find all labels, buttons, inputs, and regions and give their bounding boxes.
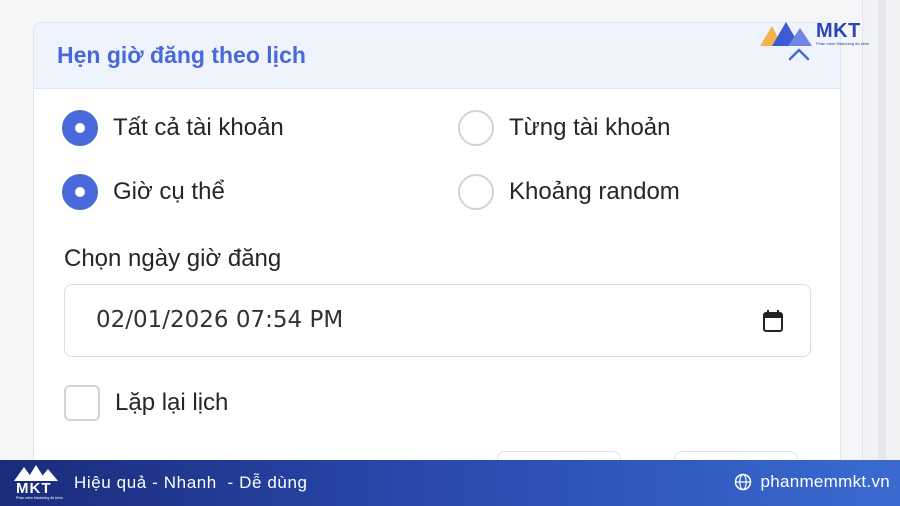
option-each-account[interactable]: Từng tài khoản bbox=[458, 110, 671, 146]
scrollbar-thumb[interactable] bbox=[878, 0, 886, 460]
option-all-accounts[interactable]: Tất cả tài khoản bbox=[62, 110, 284, 146]
option-all-accounts-label: Tất cả tài khoản bbox=[113, 114, 284, 141]
option-random-range[interactable]: Khoảng random bbox=[458, 174, 680, 210]
footer-banner: MKT Phần mềm Marketing đa kênh Hiệu quả … bbox=[0, 460, 900, 506]
schedule-panel: Hẹn giờ đăng theo lịch Tất cả tài khoản … bbox=[33, 22, 841, 482]
mkt-logo-mark-icon bbox=[760, 22, 812, 46]
logo-text: MKT bbox=[816, 20, 861, 42]
footer-logo-text: MKT bbox=[16, 480, 52, 497]
footer-logo: MKT Phần mềm Marketing đa kênh bbox=[12, 464, 63, 502]
website-url[interactable]: phanmemmkt.vn bbox=[760, 472, 890, 492]
radio-specific-time[interactable] bbox=[62, 174, 98, 210]
website[interactable]: phanmemmkt.vn bbox=[734, 472, 890, 492]
repeat-schedule-checkbox[interactable] bbox=[64, 385, 100, 421]
panel-header[interactable]: Hẹn giờ đăng theo lịch bbox=[34, 23, 840, 89]
radio-all-accounts[interactable] bbox=[62, 110, 98, 146]
datetime-label: Chọn ngày giờ đăng bbox=[64, 245, 282, 272]
calendar-icon[interactable] bbox=[762, 309, 784, 333]
repeat-schedule-label: Lặp lại lịch bbox=[115, 389, 229, 416]
radio-each-account[interactable] bbox=[458, 110, 494, 146]
option-specific-time-label: Giờ cụ thể bbox=[113, 178, 225, 205]
datetime-value[interactable]: 02/01/2026 07:54 PM bbox=[96, 307, 343, 333]
slogan: Hiệu quả - Nhanh - Dễ dùng bbox=[74, 473, 308, 492]
datetime-input[interactable]: 02/01/2026 07:54 PM bbox=[64, 284, 811, 357]
footer-logo-subtext: Phần mềm Marketing đa kênh bbox=[16, 496, 63, 500]
option-specific-time[interactable]: Giờ cụ thể bbox=[62, 174, 225, 210]
mkt-logo: MKT Phần mềm Marketing đa kênh bbox=[758, 18, 878, 54]
logo-subtext: Phần mềm Marketing đa kênh bbox=[816, 41, 870, 46]
option-each-account-label: Từng tài khoản bbox=[509, 114, 671, 141]
panel-title: Hẹn giờ đăng theo lịch bbox=[57, 42, 306, 68]
repeat-schedule-option[interactable]: Lặp lại lịch bbox=[64, 385, 228, 421]
radio-random-range[interactable] bbox=[458, 174, 494, 210]
option-random-range-label: Khoảng random bbox=[509, 178, 680, 205]
globe-icon bbox=[735, 473, 752, 491]
